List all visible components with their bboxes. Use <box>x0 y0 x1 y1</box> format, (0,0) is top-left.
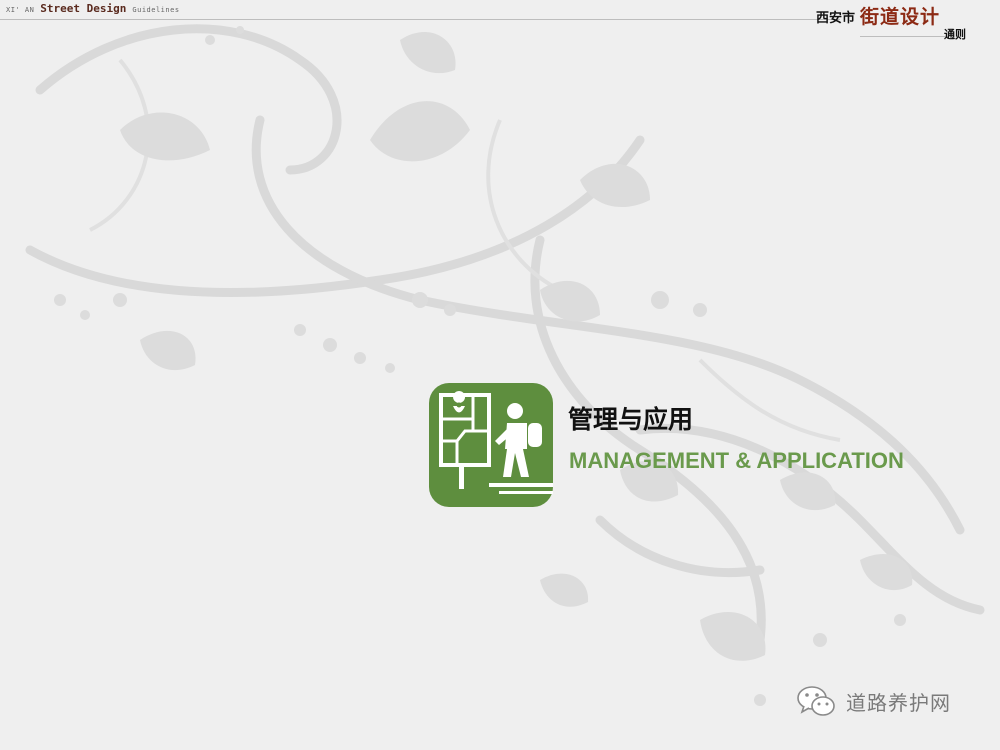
watermark-text: 道路养护网 <box>846 690 951 715</box>
floral-background <box>25 24 985 706</box>
wechat-icon <box>797 686 835 716</box>
watermark: 道路养护网 <box>796 684 951 718</box>
header-right-title: 西安市 街道设计 通则 <box>800 0 1000 48</box>
header-subtitle-en: Guidelines <box>132 6 180 14</box>
section-title-cn: 管理与应用 <box>568 405 694 434</box>
map-pedestrian-icon <box>429 383 553 507</box>
header-subtitle-cn: 通则 <box>944 28 966 41</box>
header-divider <box>0 19 840 20</box>
header-title-cn: 街道设计 <box>860 6 941 28</box>
header-location: XI' AN <box>6 6 35 14</box>
header-left-title: XI' AN Street Design Guidelines <box>6 2 180 18</box>
section-title-en: MANAGEMENT & APPLICATION <box>569 448 904 473</box>
header-city: 西安市 <box>816 11 856 26</box>
header-title-en: Street Design <box>40 2 127 15</box>
